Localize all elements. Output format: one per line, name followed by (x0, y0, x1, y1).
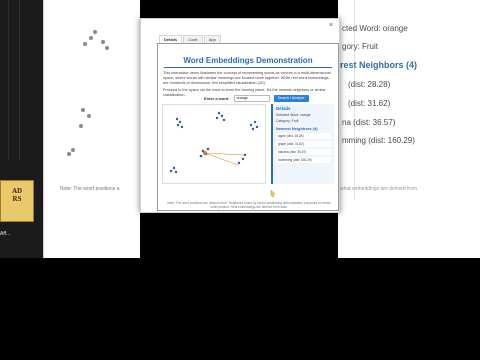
plot-point (237, 161, 241, 165)
cluster-top-mid (215, 111, 226, 122)
plot-point (215, 116, 219, 120)
plot-point (222, 118, 226, 122)
plot-point (79, 124, 83, 128)
tab-code[interactable]: Code (183, 35, 203, 43)
plot-point (81, 108, 85, 112)
selected-word: Selected Word: orange (276, 113, 311, 117)
plot-point (67, 152, 71, 156)
plot-point (71, 148, 75, 152)
plot-point (87, 114, 91, 118)
word-controls: Enter a word: orange Search / Analyze (204, 95, 309, 102)
plot-point (178, 120, 182, 124)
plot-point (175, 117, 179, 121)
right-note: what embeddings are derived from (340, 186, 417, 192)
video-frame: Note: The word positions a AD RS Aff... … (0, 0, 480, 258)
plot-point (180, 125, 184, 129)
right-category: gory: Fruit (342, 42, 379, 51)
plot-point (206, 147, 210, 151)
analyze-button[interactable]: Search / Analyze (273, 95, 309, 102)
right-page: cted Word: orange gory: Fruit rest Neigh… (338, 0, 480, 258)
plot-point (169, 169, 173, 173)
neighbors-heading: Nearest Neighbors (4) (276, 126, 318, 131)
left-page-note: Note: The word positions a (60, 186, 120, 192)
right-selected-word: cted Word: orange (342, 24, 408, 33)
neighbor-item: apple (dist: 28.28) (276, 133, 331, 139)
right-neighbors-heading: rest Neighbors (4) (340, 60, 418, 70)
demo-description: This interactive demo illustrates the co… (163, 71, 331, 85)
modal-tabbar: Details Code App (159, 35, 221, 43)
right-neighbor: (dist: 28.28) (348, 80, 391, 89)
right-neighbor: mming (dist: 160.29) (342, 136, 415, 145)
demo-footnote: Note: The word positions are random here… (167, 201, 331, 210)
selected-category: Category: Fruit (276, 119, 299, 123)
tab-details[interactable]: Details (159, 35, 183, 43)
left-thumbnail: AD RS (0, 180, 34, 222)
neighbor-link (204, 152, 246, 156)
selected-point (203, 151, 207, 155)
plot-point (174, 170, 178, 174)
plot-point (253, 120, 257, 124)
tab-app[interactable]: App (203, 35, 221, 43)
plot-point (176, 123, 180, 127)
plot-point (83, 42, 87, 46)
plot-point (105, 46, 109, 50)
left-mini-label: Aff... (0, 231, 11, 237)
left-page-border (43, 0, 44, 258)
plot-point (255, 125, 259, 129)
left-edge-lines (8, 0, 20, 160)
details-panel: Details Selected Word: orange Category: … (271, 104, 334, 184)
cluster-top-left (175, 117, 184, 129)
plot-point (251, 127, 255, 131)
details-heading: Details (276, 106, 291, 111)
right-neighbor: (dist: 31.62) (348, 99, 391, 108)
neighbor-item: banana (dist: 36.57) (276, 149, 331, 155)
cluster-right (249, 120, 259, 131)
plot-point (220, 114, 224, 118)
plot-point (93, 30, 97, 34)
plot-point (101, 40, 105, 44)
plot-point (243, 153, 247, 157)
neighbor-item: swimming (dist: 160.29) (276, 157, 331, 163)
embedding-plot-svg (169, 111, 259, 174)
right-neighbor: na (dist: 36.57) (342, 118, 396, 127)
neighbor-link (204, 152, 239, 166)
plot-point (241, 157, 245, 161)
left-page (43, 0, 140, 258)
plot-point (217, 111, 221, 115)
plot-point (249, 123, 253, 127)
neighbor-item: grape (dist: 31.62) (276, 141, 331, 147)
embedding-plot[interactable] (162, 104, 266, 184)
cursor-icon (270, 190, 276, 197)
close-button[interactable]: × (329, 22, 333, 29)
cluster-right-low (237, 153, 247, 165)
plot-point (172, 166, 176, 170)
word-input[interactable]: orange (233, 95, 270, 102)
artifact-modal: × Details Code App Word Embeddings Demon… (140, 18, 340, 213)
left-thumbnail-text: AD RS (11, 187, 23, 203)
plot-point (89, 36, 93, 40)
word-input-label: Enter a word: (204, 96, 230, 101)
page-title: Word Embeddings Demonstration (183, 56, 313, 65)
title-divider (164, 67, 332, 68)
plot-point (199, 154, 203, 158)
cluster-bottom-left (169, 166, 178, 174)
demo-frame: Word Embeddings Demonstration This inter… (157, 43, 339, 211)
